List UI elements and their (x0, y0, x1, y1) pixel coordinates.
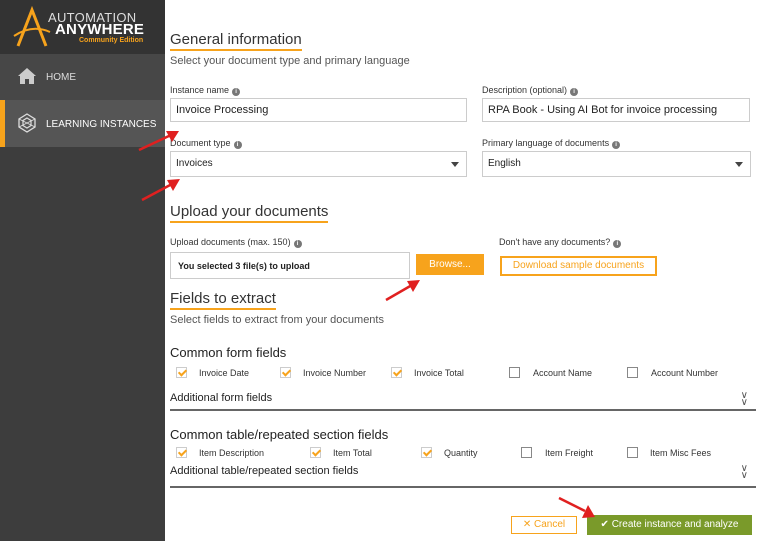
common-form-fields-title: Common form fields (170, 345, 287, 360)
no-documents-label: Don't have any documents? i (499, 237, 622, 248)
general-info-title: General information (170, 31, 302, 51)
info-icon[interactable]: i (232, 88, 241, 96)
document-type-select[interactable]: Invoices (170, 151, 467, 177)
dropdown-arrow-icon (735, 162, 743, 167)
learning-instances-icon (18, 113, 36, 133)
sidebar: AUTOMATION ANYWHERE Community Edition HO… (0, 0, 165, 541)
create-instance-button[interactable]: ✔ Create instance and analyze (587, 515, 752, 535)
browse-button[interactable]: Browse... (416, 254, 484, 275)
common-table-fields-title: Common table/repeated section fields (170, 427, 389, 442)
annotation-arrow-icon (141, 179, 180, 202)
info-icon[interactable]: i (570, 88, 579, 96)
download-sample-button[interactable]: Download sample documents (500, 256, 657, 276)
file-status-field: You selected 3 file(s) to upload (170, 252, 410, 279)
annotation-arrow-icon (138, 131, 179, 152)
double-chevron-down-icon: ∨ ∨ (740, 390, 748, 408)
fields-subtitle: Select fields to extract from your docum… (170, 314, 384, 326)
logo-mark-icon (13, 6, 51, 47)
checkbox-checked[interactable] (176, 447, 187, 458)
info-icon[interactable]: i (613, 240, 622, 248)
logo-text-edition: Community Edition (79, 37, 144, 44)
description-label: Description (optional) i (482, 85, 579, 96)
checkbox-checked[interactable] (280, 367, 291, 378)
fields-title: Fields to extract (170, 290, 276, 310)
language-label: Primary language of documents i (482, 138, 621, 149)
document-type-value: Invoices (176, 158, 213, 169)
home-icon (18, 68, 36, 84)
checkbox-unchecked[interactable] (627, 447, 638, 458)
checkbox-unchecked[interactable] (521, 447, 532, 458)
instance-name-field[interactable]: Invoice Processing (170, 98, 467, 122)
sidebar-item-home[interactable]: HOME (0, 54, 165, 100)
info-icon[interactable]: i (293, 240, 302, 248)
description-field[interactable]: RPA Book - Using AI Bot for invoice proc… (482, 98, 750, 122)
checkbox-checked[interactable] (176, 367, 187, 378)
annotation-arrow-icon (385, 280, 420, 302)
logo-text-anywhere: ANYWHERE (55, 21, 145, 38)
checkbox-checked[interactable] (421, 447, 432, 458)
sidebar-item-label: HOME (46, 72, 76, 83)
close-icon: ✕ (522, 519, 532, 530)
upload-documents-label: Upload documents (max. 150) i (170, 237, 302, 248)
additional-form-fields-label: Additional form fields (170, 392, 273, 404)
instance-name-label: Instance name i (170, 85, 241, 96)
checkbox-unchecked[interactable] (627, 367, 638, 378)
language-select[interactable]: English (482, 151, 751, 177)
checkbox-unchecked[interactable] (509, 367, 520, 378)
checkbox-checked[interactable] (310, 447, 321, 458)
active-indicator (0, 100, 5, 147)
general-info-subtitle: Select your document type and primary la… (170, 55, 410, 67)
upload-title: Upload your documents (170, 203, 329, 223)
logo: AUTOMATION ANYWHERE Community Edition (0, 0, 165, 54)
annotation-arrow-icon (558, 496, 595, 518)
additional-table-fields-label: Additional table/repeated section fields (170, 465, 359, 477)
additional-form-fields-toggle[interactable]: Additional form fields ∨ ∨ (170, 390, 756, 411)
info-icon[interactable]: i (612, 141, 621, 149)
additional-table-fields-toggle[interactable]: Additional table/repeated section fields… (170, 463, 756, 488)
language-value: English (488, 158, 521, 169)
checkbox-checked[interactable] (391, 367, 402, 378)
info-icon[interactable]: i (233, 141, 242, 149)
double-chevron-down-icon: ∨ ∨ (740, 463, 748, 481)
checkmark-icon: ✔ (600, 519, 609, 530)
dropdown-arrow-icon (451, 162, 459, 167)
